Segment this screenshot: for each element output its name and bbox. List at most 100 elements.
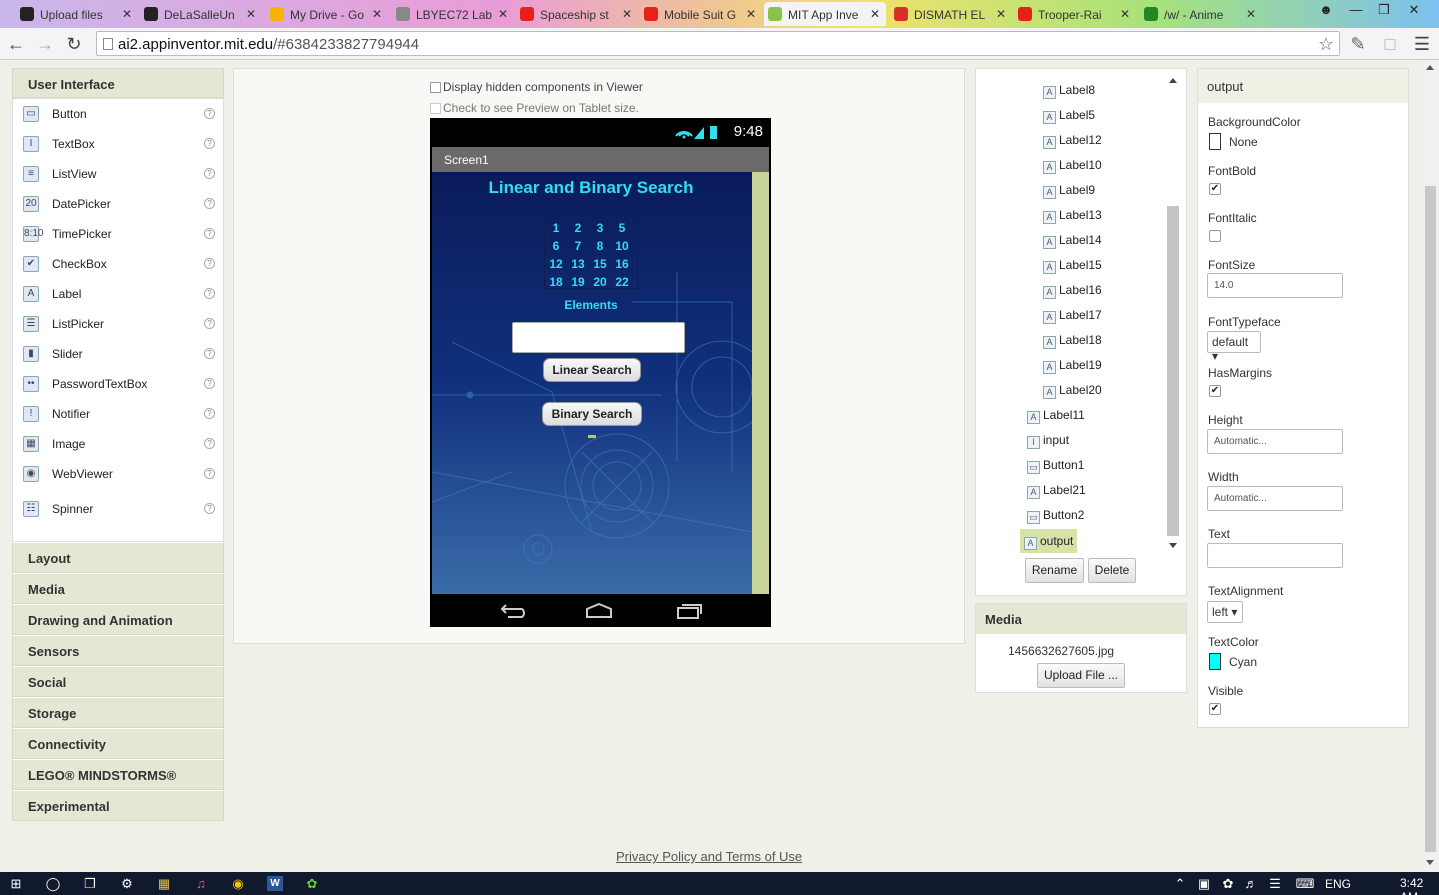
display-hidden-checkbox[interactable] [430,82,441,94]
browser-tab[interactable]: LBYEC72 Lab ✕ [392,2,514,26]
itunes-icon[interactable]: ♫ [193,876,209,891]
tree-item-label5[interactable]: A Label5 [1043,108,1095,128]
tree-item-label15[interactable]: A Label15 [1043,258,1102,278]
text-alignment-select[interactable]: left ▾ [1207,601,1243,623]
url-input[interactable]: ai2.appinventor.mit.edu/#638423382779494… [96,31,1340,56]
tab-close-icon[interactable]: ✕ [746,7,756,21]
tree-item-label17[interactable]: A Label17 [1043,308,1102,328]
palette-item-checkbox[interactable]: ✔ CheckBox? [13,251,223,279]
help-icon[interactable]: ? [204,378,215,389]
tablet-preview-checkbox[interactable] [430,103,441,115]
user-icon[interactable]: ☻ [1312,0,1340,20]
restore-icon[interactable]: ❐ [1370,0,1398,20]
help-icon[interactable]: ? [204,288,215,299]
tree-item-label10[interactable]: A Label10 [1043,158,1102,178]
height-input[interactable]: Automatic... [1207,429,1343,454]
taskbar-clock[interactable]: 3:42 AM [1400,876,1439,895]
palette-item-slider[interactable]: ▮ Slider? [13,341,223,369]
language-indicator[interactable]: ENG [1325,877,1351,891]
tree-item-label20[interactable]: A Label20 [1043,383,1102,403]
palette-item-image[interactable]: ▦ Image? [13,431,223,459]
palette-category[interactable]: Connectivity [12,728,224,759]
page-scrollbar[interactable] [1422,62,1439,870]
app-tray-icon[interactable]: ✿ [1220,876,1236,891]
tab-close-icon[interactable]: ✕ [372,7,382,21]
help-icon[interactable]: ? [204,108,215,119]
back-icon[interactable]: ← [4,32,28,56]
word-icon[interactable]: W [267,876,283,891]
paint-brush-icon[interactable]: ✎ [1346,32,1370,56]
browser-tab[interactable]: DISMATH EL ✕ [890,2,1012,26]
tab-close-icon[interactable]: ✕ [122,7,132,21]
help-icon[interactable]: ? [204,318,215,329]
bookmark-star-icon[interactable]: ☆ [1314,32,1338,56]
font-italic-checkbox[interactable] [1209,230,1221,242]
windows-start-icon[interactable]: ⊞ [8,876,24,891]
palette-item-datepicker[interactable]: 20 DatePicker? [13,191,223,219]
keyboard-icon[interactable]: ⌨ [1293,876,1317,891]
background-color-swatch[interactable] [1209,133,1221,150]
media-file-name[interactable]: 1456632627605.jpg [1008,644,1114,658]
help-icon[interactable]: ? [204,138,215,149]
tablet-preview-option[interactable]: Check to see Preview on Tablet size. [430,101,639,115]
reload-icon[interactable]: ↻ [62,32,86,56]
privacy-policy-link[interactable]: Privacy Policy and Terms of Use [616,849,802,864]
settings-gear-icon[interactable]: ⚙ [119,876,135,891]
palette-item-label[interactable]: A Label? [13,281,223,309]
palette-category[interactable]: Experimental [12,790,224,821]
phone-input-box[interactable] [512,322,685,353]
browser-tab[interactable]: MIT App Inve ✕ [764,2,886,26]
browser-tab[interactable]: Mobile Suit G ✕ [640,2,762,26]
font-typeface-select[interactable]: default ▾ [1207,331,1261,363]
tree-item-label12[interactable]: A Label12 [1043,133,1102,153]
help-icon[interactable]: ? [204,168,215,179]
font-size-input[interactable]: 14.0 [1207,273,1343,298]
tree-item-output[interactable]: Aoutput [1020,529,1078,553]
palette-item-textbox[interactable]: I TextBox? [13,131,223,159]
browser-tab[interactable]: /w/ - Anime ✕ [1140,2,1262,26]
palette-item-notifier[interactable]: ! Notifier? [13,401,223,429]
window-close-icon[interactable]: ✕ [1400,0,1428,20]
extension-icon[interactable]: □ [1378,32,1402,56]
delete-button[interactable]: Delete [1088,558,1136,583]
tree-item-button1[interactable]: ▭ Button1 [1027,458,1084,478]
tab-close-icon[interactable]: ✕ [870,7,880,21]
palette-category[interactable]: Drawing and Animation [12,604,224,635]
tree-item-button2[interactable]: ▭ Button2 [1027,508,1084,528]
tree-item-label16[interactable]: A Label16 [1043,283,1102,303]
help-icon[interactable]: ? [204,228,215,239]
notifications-icon[interactable]: ☰ [1267,876,1283,891]
minimize-icon[interactable]: — [1342,0,1370,20]
tree-item-label9[interactable]: A Label9 [1043,183,1095,203]
chrome-icon[interactable]: ◉ [230,876,246,891]
text-color-swatch[interactable] [1209,653,1221,670]
palette-category[interactable]: Layout [12,542,224,573]
upload-file-button[interactable]: Upload File ... [1037,663,1125,688]
forward-icon[interactable]: → [33,32,57,56]
background-color-value[interactable]: None [1229,135,1258,149]
palette-item-webviewer[interactable]: ◉ WebViewer? [13,461,223,489]
browser-tab[interactable]: DeLaSalleUn ✕ [140,2,262,26]
search-icon[interactable]: ◯ [45,876,61,891]
menu-icon[interactable]: ☰ [1410,32,1434,56]
volume-icon[interactable]: ♬ [1243,876,1259,891]
tab-close-icon[interactable]: ✕ [1246,7,1256,21]
tab-close-icon[interactable]: ✕ [622,7,632,21]
palette-item-button[interactable]: ▭ Button? [13,101,223,129]
width-input[interactable]: Automatic... [1207,486,1343,511]
text-color-value[interactable]: Cyan [1229,655,1257,669]
help-icon[interactable]: ? [204,408,215,419]
tab-close-icon[interactable]: ✕ [996,7,1006,21]
text-input[interactable] [1207,543,1343,568]
browser-tab[interactable]: Trooper-Rai ✕ [1014,2,1136,26]
rename-button[interactable]: Rename [1025,558,1084,583]
help-icon[interactable]: ? [204,438,215,449]
palette-category[interactable]: Media [12,573,224,604]
tree-item-label11[interactable]: A Label11 [1027,408,1085,428]
palette-item-listpicker[interactable]: ☰ ListPicker? [13,311,223,339]
has-margins-checkbox[interactable]: ✔ [1209,385,1221,397]
palette-header[interactable]: User Interface [12,68,224,98]
network-icon[interactable]: ▣ [1196,876,1212,891]
help-icon[interactable]: ? [204,348,215,359]
tree-scrollbar[interactable] [1166,74,1180,550]
